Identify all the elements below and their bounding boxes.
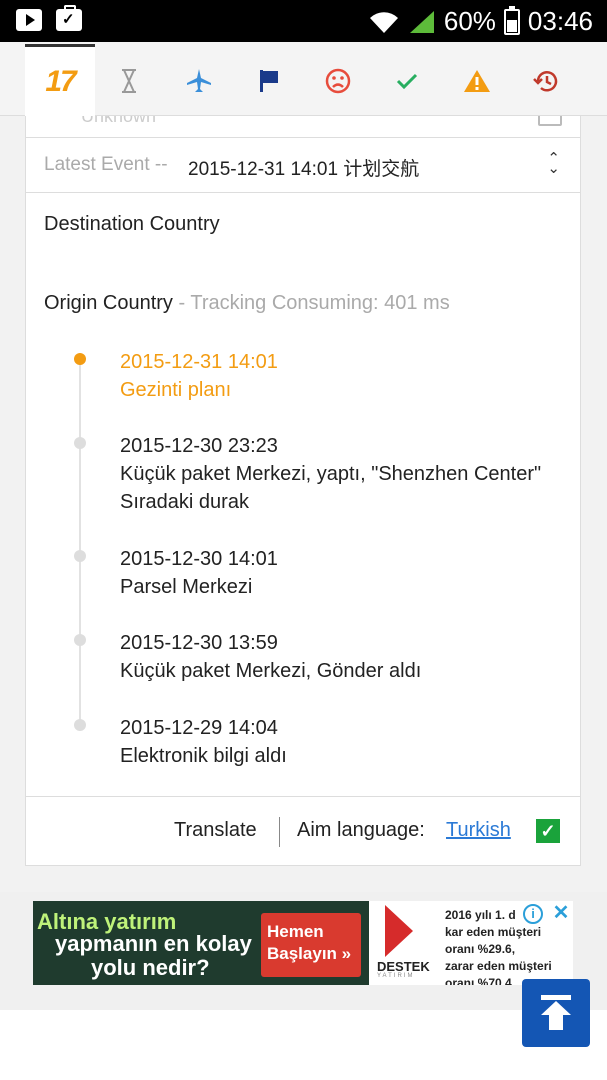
- timeline-dot: [74, 634, 86, 646]
- timeline-dot: [74, 437, 86, 449]
- translate-button[interactable]: Translate: [174, 819, 257, 842]
- destek-logo-icon: [385, 905, 413, 957]
- logo-tab[interactable]: 17: [25, 44, 95, 116]
- hourglass-icon[interactable]: [114, 66, 144, 96]
- tracking-card: Unknown Latest Event -- 2015-12-31 14:01…: [25, 116, 581, 866]
- ad-stat-line: kar eden müşteri: [445, 925, 542, 939]
- ad-stat-line: zarar eden müşteri: [445, 959, 552, 973]
- battery-icon: [503, 5, 520, 35]
- timeline-line: [79, 356, 81, 726]
- event-description-2: Sıradaki durak: [120, 491, 249, 513]
- event-date: 2015-12-31 14:01: [120, 351, 278, 373]
- translate-row: Translate Aim language: Turkish ✓: [26, 796, 580, 866]
- destination-country: Destination Country: [44, 213, 220, 235]
- arrow-up-icon: [541, 1001, 571, 1015]
- check-icon[interactable]: [392, 66, 422, 96]
- latest-event-row[interactable]: Latest Event -- 2015-12-31 14:01 计划交航 ⌃ ⌄: [26, 138, 580, 193]
- history-icon[interactable]: [531, 66, 561, 96]
- sad-face-icon[interactable]: [323, 66, 353, 96]
- battery-percent: 60%: [443, 6, 496, 36]
- filter-toolbar: 17: [0, 42, 607, 116]
- timeline-event: 2015-12-31 14:01 Gezinti planı: [120, 348, 278, 404]
- ad-close-icon[interactable]: ✕: [551, 903, 571, 923]
- timeline-event: 2015-12-29 14:04 Elektronik bilgi aldı: [120, 714, 287, 770]
- event-description: Küçük paket Merkezi, yaptı, "Shenzhen Ce…: [120, 463, 542, 485]
- ad-brand-sub: YATIRIM: [377, 973, 415, 979]
- unknown-label: Unknown: [81, 116, 157, 126]
- event-description: Parsel Merkezi: [120, 576, 253, 598]
- timeline-event: 2015-12-30 23:23 Küçük paket Merkezi, ya…: [120, 432, 541, 516]
- tracking-consuming: - Tracking Consuming: 401 ms: [178, 292, 450, 314]
- timeline-dot: [74, 353, 86, 365]
- clock: 03:46: [527, 6, 593, 36]
- ad-brand: DESTEK: [377, 959, 430, 974]
- ad-cta-button[interactable]: Hemen Başlayın »: [261, 913, 361, 977]
- collapse-icon[interactable]: ⌃ ⌄: [547, 151, 560, 176]
- ad-line-3: yolu nedir?: [91, 955, 210, 980]
- event-description: Elektronik bilgi aldı: [120, 745, 287, 767]
- event-date: 2015-12-29 14:04: [120, 717, 278, 739]
- ad-line-2: yapmanın en kolay: [55, 931, 252, 956]
- ad-left-panel: Altına yatırım yapmanın en kolay yolu ne…: [33, 901, 369, 985]
- ad-info-icon[interactable]: i: [523, 904, 543, 924]
- ad-banner[interactable]: Altına yatırım yapmanın en kolay yolu ne…: [33, 901, 573, 985]
- origin-country: Origin Country - Tracking Consuming: 401…: [44, 292, 450, 315]
- aim-language-label: Aim language:: [297, 819, 425, 841]
- divider: [279, 817, 280, 847]
- event-description: Gezinti planı: [120, 379, 232, 401]
- event-date: 2015-12-30 13:59: [120, 632, 278, 654]
- event-description: Küçük paket Merkezi, Gönder aldı: [120, 660, 422, 682]
- timeline-event: 2015-12-30 13:59 Küçük paket Merkezi, Gö…: [120, 629, 421, 685]
- event-date: 2015-12-30 14:01: [120, 548, 278, 570]
- timeline-event: 2015-12-30 14:01 Parsel Merkezi: [120, 545, 278, 601]
- timeline-dot: [74, 719, 86, 731]
- event-date: 2015-12-30 23:23: [120, 435, 278, 457]
- warning-icon[interactable]: [462, 66, 492, 96]
- youtube-icon: [16, 9, 42, 31]
- app-logo: 17: [45, 64, 76, 98]
- wifi-icon: [369, 11, 398, 33]
- latest-event-label: Latest Event --: [44, 154, 168, 175]
- flag-icon[interactable]: [254, 66, 284, 96]
- briefcase-icon: [56, 5, 82, 31]
- scroll-top-bar-icon: [541, 995, 571, 1000]
- page-bottom: [0, 1010, 607, 1080]
- arrow-stem-icon: [549, 1014, 563, 1030]
- ad-stat-line: oranı %29.6,: [445, 942, 516, 956]
- language-link[interactable]: Turkish: [446, 819, 511, 842]
- latest-event-value: 2015-12-31 14:01 计划交航: [188, 159, 420, 180]
- timeline-dot: [74, 550, 86, 562]
- translate-checkbox[interactable]: ✓: [536, 819, 560, 843]
- signal-icon: [409, 10, 434, 33]
- status-bar: 60% 03:46: [0, 0, 607, 42]
- previous-row: Unknown: [26, 116, 580, 138]
- truck-icon: [538, 116, 562, 126]
- origin-label: Origin Country: [44, 292, 173, 314]
- plane-icon[interactable]: [184, 66, 214, 96]
- scroll-to-top-button[interactable]: [522, 979, 590, 1047]
